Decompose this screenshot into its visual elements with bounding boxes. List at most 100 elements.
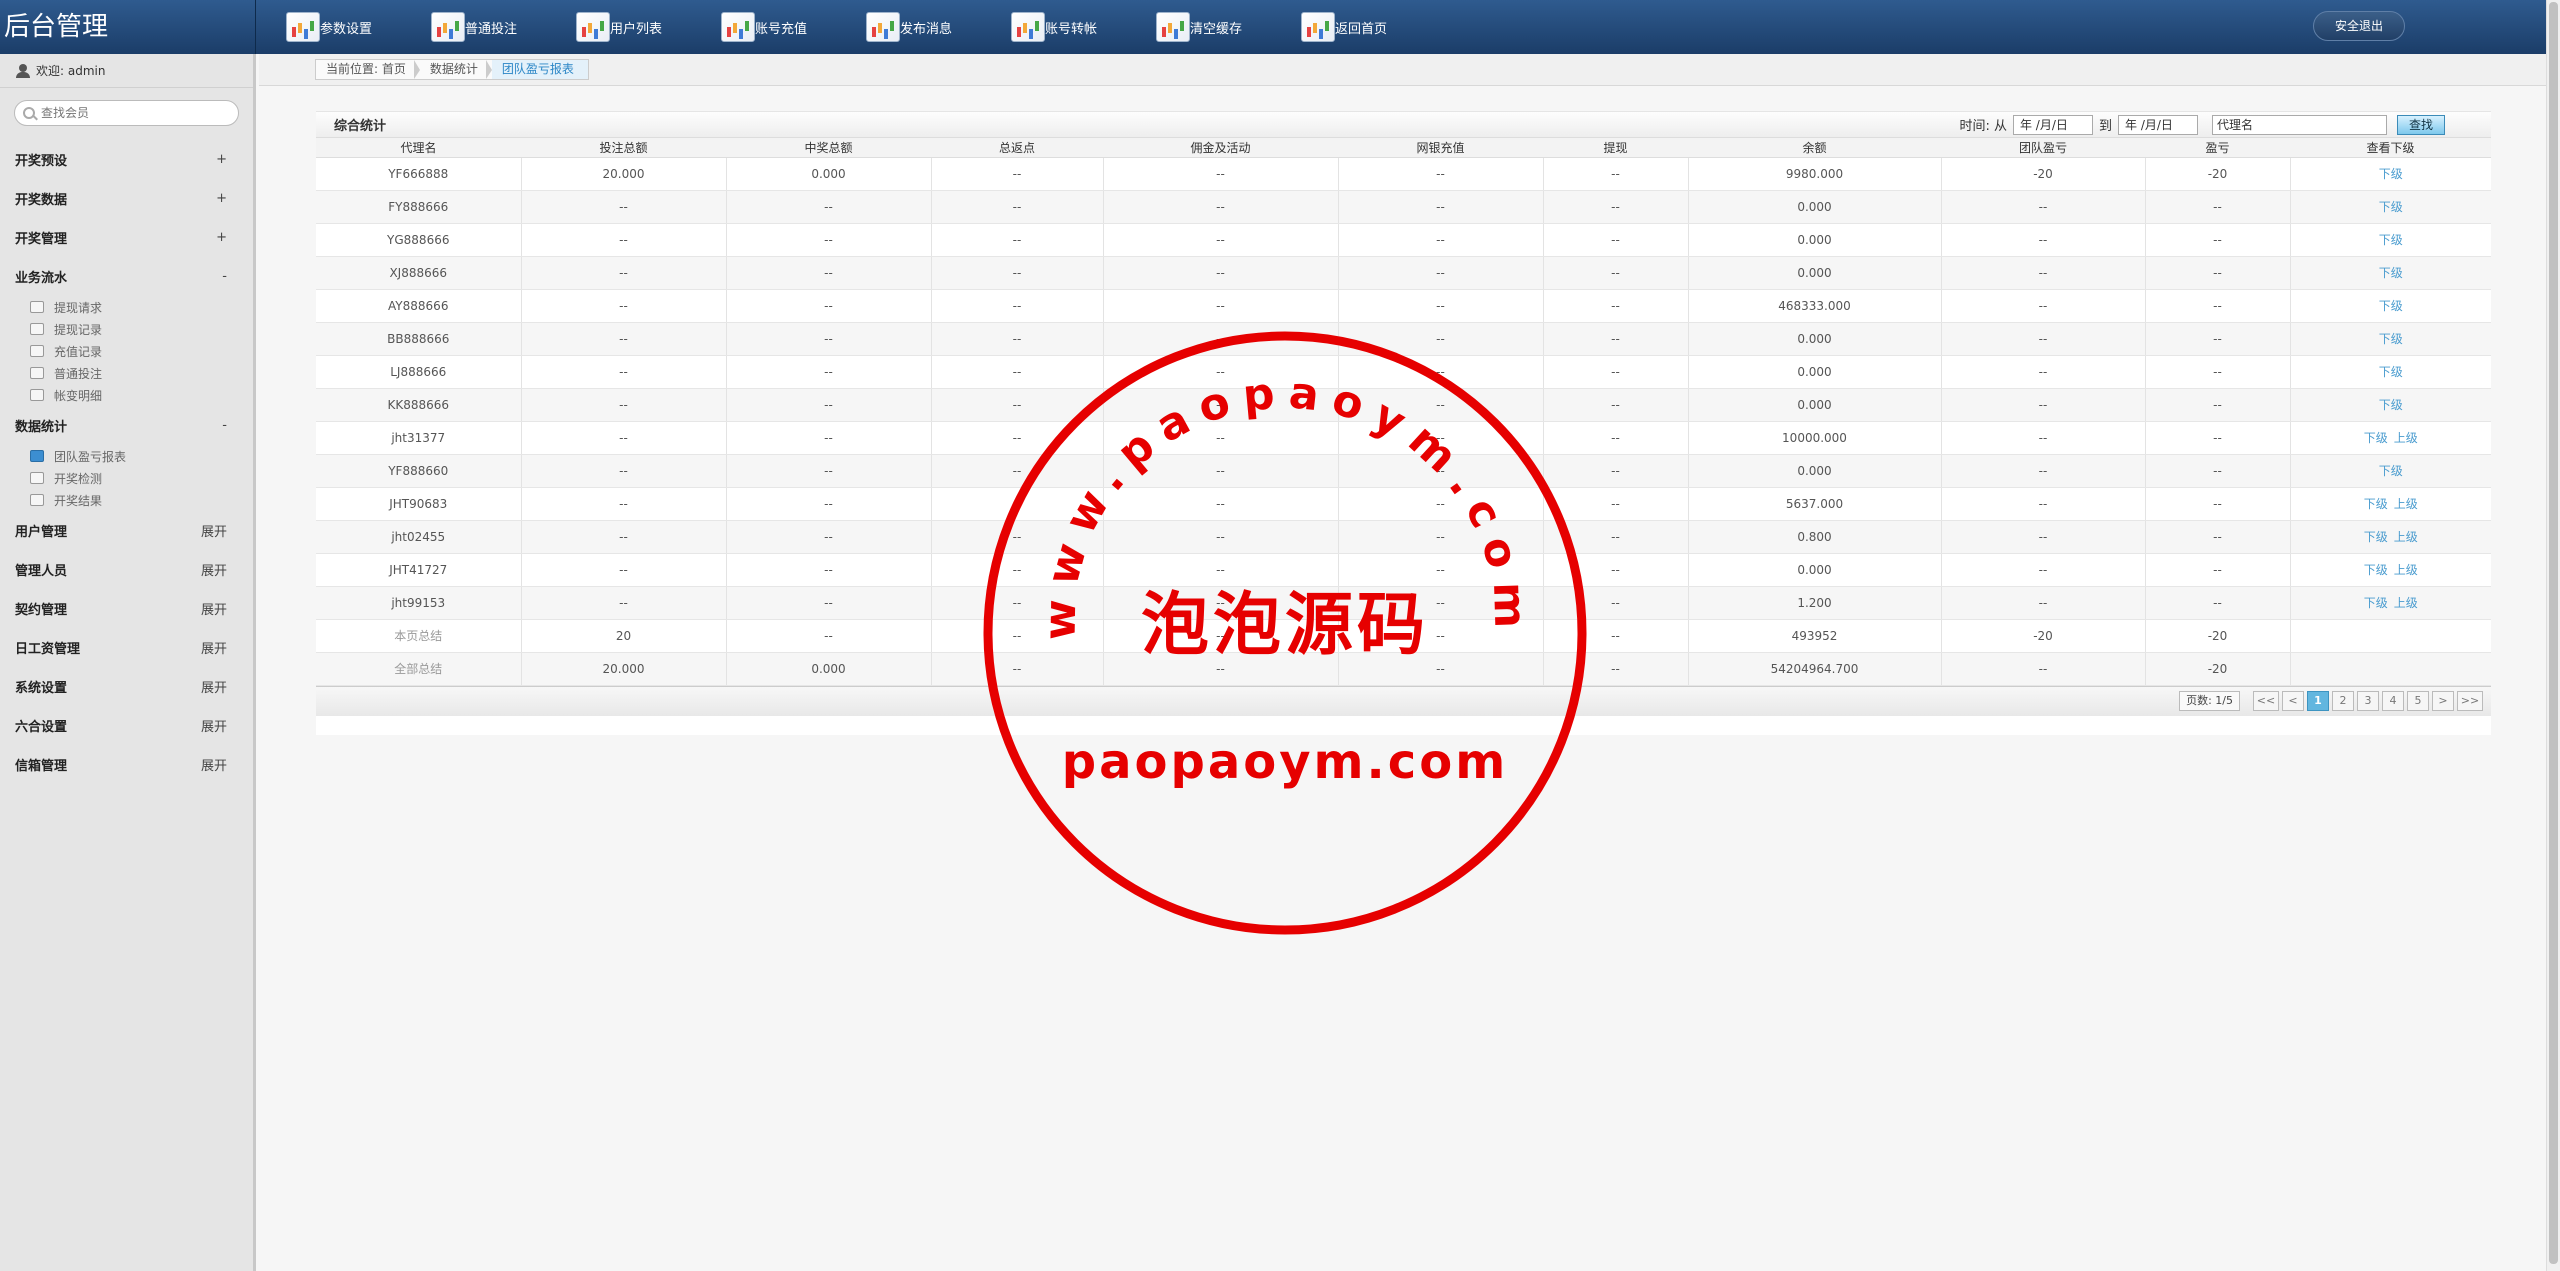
sidebar-subitem-label: 开奖检测 <box>54 471 103 486</box>
topnav-item-4[interactable]: 发布消息 <box>836 7 981 47</box>
logout-button[interactable]: 安全退出 <box>2313 11 2405 41</box>
sidebar-group-toggle[interactable]: - <box>222 269 227 284</box>
agent-name-input[interactable]: 代理名 <box>2212 114 2387 135</box>
sidebar-group-11[interactable]: 信箱管理 展开 <box>0 745 253 784</box>
subordinate-link[interactable]: 下级 <box>2364 596 2388 610</box>
subordinate-link[interactable]: 下级 <box>2379 233 2403 247</box>
topnav-item-0[interactable]: 参数设置 <box>256 7 401 47</box>
subordinate-link[interactable]: 下级 <box>2364 431 2388 445</box>
breadcrumb-team-report[interactable]: 团队盈亏报表 <box>491 60 588 79</box>
sidebar-group-toggle[interactable]: + <box>216 152 227 167</box>
sidebar-group-1[interactable]: 开奖数据 + <box>0 179 253 218</box>
superior-link[interactable]: 上级 <box>2394 563 2418 577</box>
table-cell: -- <box>1338 421 1544 455</box>
subordinate-link[interactable]: 下级 <box>2379 332 2403 346</box>
scrollbar-thumb[interactable] <box>2549 2 2558 1264</box>
sidebar-group-label: 开奖预设 <box>15 154 68 169</box>
subordinate-link[interactable]: 下级 <box>2379 464 2403 478</box>
prev-page-button[interactable]: < <box>2282 691 2304 711</box>
sidebar-subitem-label: 提现请求 <box>54 300 103 315</box>
sidebar-subitem[interactable]: 开奖检测 <box>30 467 253 489</box>
subordinate-link[interactable]: 下级 <box>2379 299 2403 313</box>
page-3-button[interactable]: 3 <box>2357 691 2379 711</box>
subordinate-link[interactable]: 下级 <box>2379 398 2403 412</box>
sidebar-group-9[interactable]: 系统设置 展开 <box>0 667 253 706</box>
table-cell-links: 下级 <box>2290 388 2491 422</box>
superior-link[interactable]: 上级 <box>2394 497 2418 511</box>
sidebar-group-toggle[interactable]: 展开 <box>201 521 227 540</box>
breadcrumb-data-stats[interactable]: 数据统计 <box>420 60 492 79</box>
sidebar-group-7[interactable]: 契约管理 展开 <box>0 589 253 628</box>
table-cell-links: 下级 <box>2290 157 2491 191</box>
date-from-input[interactable]: 年 /月/日 <box>2012 114 2093 135</box>
page-5-button[interactable]: 5 <box>2407 691 2429 711</box>
sidebar-subitem[interactable]: 开奖结果 <box>30 489 253 511</box>
sidebar-group-5[interactable]: 用户管理 展开 <box>0 511 253 550</box>
sidebar-group-8[interactable]: 日工资管理 展开 <box>0 628 253 667</box>
subordinate-link[interactable]: 下级 <box>2364 497 2388 511</box>
page-1-button[interactable]: 1 <box>2307 691 2329 711</box>
topnav-item-7[interactable]: 返回首页 <box>1271 7 1416 47</box>
table-cell: -20 <box>2145 157 2291 191</box>
subordinate-link[interactable]: 下级 <box>2364 563 2388 577</box>
last-page-button[interactable]: >> <box>2457 691 2483 711</box>
first-page-button[interactable]: << <box>2253 691 2279 711</box>
superior-link[interactable]: 上级 <box>2394 431 2418 445</box>
page-scrollbar[interactable] <box>2546 0 2560 1271</box>
sidebar-subitem[interactable]: 充值记录 <box>30 340 253 362</box>
sidebar-group-2[interactable]: 开奖管理 + <box>0 218 253 257</box>
page-2-button[interactable]: 2 <box>2332 691 2354 711</box>
topnav-item-1[interactable]: 普通投注 <box>401 7 546 47</box>
table-cell: -- <box>521 388 727 422</box>
topnav-item-3[interactable]: 账号充值 <box>691 7 836 47</box>
sidebar-group-6[interactable]: 管理人员 展开 <box>0 550 253 589</box>
sidebar-group-3[interactable]: 业务流水 - <box>0 257 253 296</box>
sidebar-group-toggle[interactable]: 展开 <box>201 716 227 735</box>
subordinate-link[interactable]: 下级 <box>2379 200 2403 214</box>
sidebar-subitem[interactable]: 提现记录 <box>30 318 253 340</box>
table-cell: -- <box>1543 157 1689 191</box>
top-nav: 参数设置 普通投注 用户列表 账号充值 发布消息 账号转帐 清空缓存 返回首页 <box>256 0 1416 54</box>
sidebar-group-toggle[interactable]: + <box>216 230 227 245</box>
member-search-input[interactable] <box>41 106 221 120</box>
sidebar-group-toggle[interactable]: 展开 <box>201 677 227 696</box>
sidebar-group-toggle[interactable]: 展开 <box>201 755 227 774</box>
sidebar-group-4[interactable]: 数据统计 - <box>0 406 253 445</box>
table-cell: -- <box>1941 388 2146 422</box>
next-page-button[interactable]: > <box>2432 691 2454 711</box>
sidebar-subitem[interactable]: 团队盈亏报表 <box>30 445 253 467</box>
sidebar-subitem[interactable]: 帐变明细 <box>30 384 253 406</box>
table-cell: -- <box>1543 553 1689 587</box>
table-cell: -- <box>726 619 932 653</box>
table-cell: 0.000 <box>726 652 932 686</box>
sidebar-group-toggle[interactable]: 展开 <box>201 560 227 579</box>
sidebar-group-10[interactable]: 六合设置 展开 <box>0 706 253 745</box>
table-cell: -- <box>931 487 1104 521</box>
sidebar-subitem[interactable]: 普通投注 <box>30 362 253 384</box>
superior-link[interactable]: 上级 <box>2394 596 2418 610</box>
sidebar-group-0[interactable]: 开奖预设 + <box>0 140 253 179</box>
subordinate-link[interactable]: 下级 <box>2379 167 2403 181</box>
sidebar-subitem[interactable]: 提现请求 <box>30 296 253 318</box>
column-header: 中奖总额 <box>726 138 931 158</box>
superior-link[interactable]: 上级 <box>2394 530 2418 544</box>
sidebar-group-toggle[interactable]: + <box>216 191 227 206</box>
subordinate-link[interactable]: 下级 <box>2364 530 2388 544</box>
date-to-input[interactable]: 年 /月/日 <box>2118 114 2198 135</box>
sidebar-group-toggle[interactable]: 展开 <box>201 599 227 618</box>
topnav-item-2[interactable]: 用户列表 <box>546 7 691 47</box>
member-search[interactable] <box>14 100 239 126</box>
table-cell: LJ888666 <box>316 355 522 389</box>
table-cell: -20 <box>2145 652 2291 686</box>
sidebar-group-toggle[interactable]: 展开 <box>201 638 227 657</box>
table-cell: -- <box>1103 256 1339 290</box>
subordinate-link[interactable]: 下级 <box>2379 365 2403 379</box>
search-button[interactable]: 查找 <box>2397 114 2445 135</box>
table-cell: 0.000 <box>1688 322 1942 356</box>
page-4-button[interactable]: 4 <box>2382 691 2404 711</box>
sidebar-group-toggle[interactable]: - <box>222 418 227 433</box>
subordinate-link[interactable]: 下级 <box>2379 266 2403 280</box>
breadcrumb-home[interactable]: 当前位置: 首页 <box>316 60 420 79</box>
topnav-item-5[interactable]: 账号转帐 <box>981 7 1126 47</box>
topnav-item-6[interactable]: 清空缓存 <box>1126 7 1271 47</box>
